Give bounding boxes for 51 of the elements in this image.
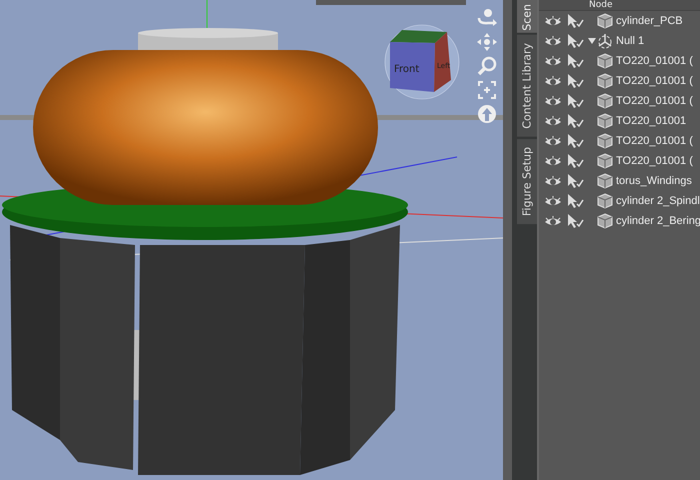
- null-node-icon: [597, 33, 613, 49]
- cube-node-icon: [597, 193, 613, 209]
- visibility-eye-icon[interactable]: [544, 14, 562, 28]
- cube-node-icon: [597, 153, 613, 169]
- expanded-triangle-icon[interactable]: [587, 36, 597, 46]
- select-arrow-check-icon[interactable]: [566, 93, 584, 109]
- cube-node-icon: [597, 113, 613, 129]
- node-label[interactable]: TO220_01001 (: [616, 75, 693, 87]
- panel-tab[interactable]: Scen: [517, 0, 537, 33]
- cube-node-icon: [597, 73, 613, 89]
- select-arrow-check-icon[interactable]: [566, 53, 584, 69]
- visibility-eye-icon[interactable]: [544, 154, 562, 168]
- panel-tab[interactable]: Figure Setup: [517, 138, 537, 224]
- node-label[interactable]: cylinder_PCB: [616, 15, 683, 27]
- select-arrow-check-icon[interactable]: [566, 173, 584, 189]
- node-label[interactable]: TO220_01001 (: [616, 155, 693, 167]
- column-header[interactable]: Node: [539, 0, 700, 11]
- visibility-eye-icon[interactable]: [544, 174, 562, 188]
- select-arrow-check-icon[interactable]: [566, 13, 584, 29]
- select-arrow-check-icon[interactable]: [566, 113, 584, 129]
- visibility-eye-icon[interactable]: [544, 94, 562, 108]
- node-label[interactable]: cylinder 2_Bering: [616, 215, 700, 227]
- node-label[interactable]: cylinder 2_Spindl: [616, 195, 700, 207]
- node-label[interactable]: TO220_01001 (: [616, 55, 693, 67]
- node-label[interactable]: Null 1: [616, 35, 644, 47]
- select-arrow-check-icon[interactable]: [566, 33, 584, 49]
- visibility-eye-icon[interactable]: [544, 54, 562, 68]
- cube-face-label: Front: [394, 64, 420, 75]
- visibility-eye-icon[interactable]: [544, 134, 562, 148]
- cube-node-icon: [597, 93, 613, 109]
- select-arrow-check-icon[interactable]: [566, 73, 584, 89]
- cube-node-icon: [597, 53, 613, 69]
- visibility-eye-icon[interactable]: [544, 34, 562, 48]
- node-label[interactable]: torus_Windings: [616, 175, 692, 187]
- select-arrow-check-icon[interactable]: [566, 153, 584, 169]
- cube-node-icon: [597, 173, 613, 189]
- node-label[interactable]: TO220_01001: [616, 115, 686, 127]
- visibility-eye-icon[interactable]: [544, 194, 562, 208]
- node-label[interactable]: TO220_01001 (: [616, 95, 693, 107]
- select-arrow-check-icon[interactable]: [566, 133, 584, 149]
- select-arrow-check-icon[interactable]: [566, 193, 584, 209]
- cube-node-icon: [597, 13, 613, 29]
- column-header-label: Node: [589, 0, 612, 10]
- panel-tab[interactable]: Content Library: [517, 34, 537, 136]
- cube-node-icon: [597, 213, 613, 229]
- cube-node-icon: [597, 133, 613, 149]
- visibility-eye-icon[interactable]: [544, 214, 562, 228]
- visibility-eye-icon[interactable]: [544, 114, 562, 128]
- node-label[interactable]: TO220_01001 (: [616, 135, 693, 147]
- select-arrow-check-icon[interactable]: [566, 213, 584, 229]
- visibility-eye-icon[interactable]: [544, 74, 562, 88]
